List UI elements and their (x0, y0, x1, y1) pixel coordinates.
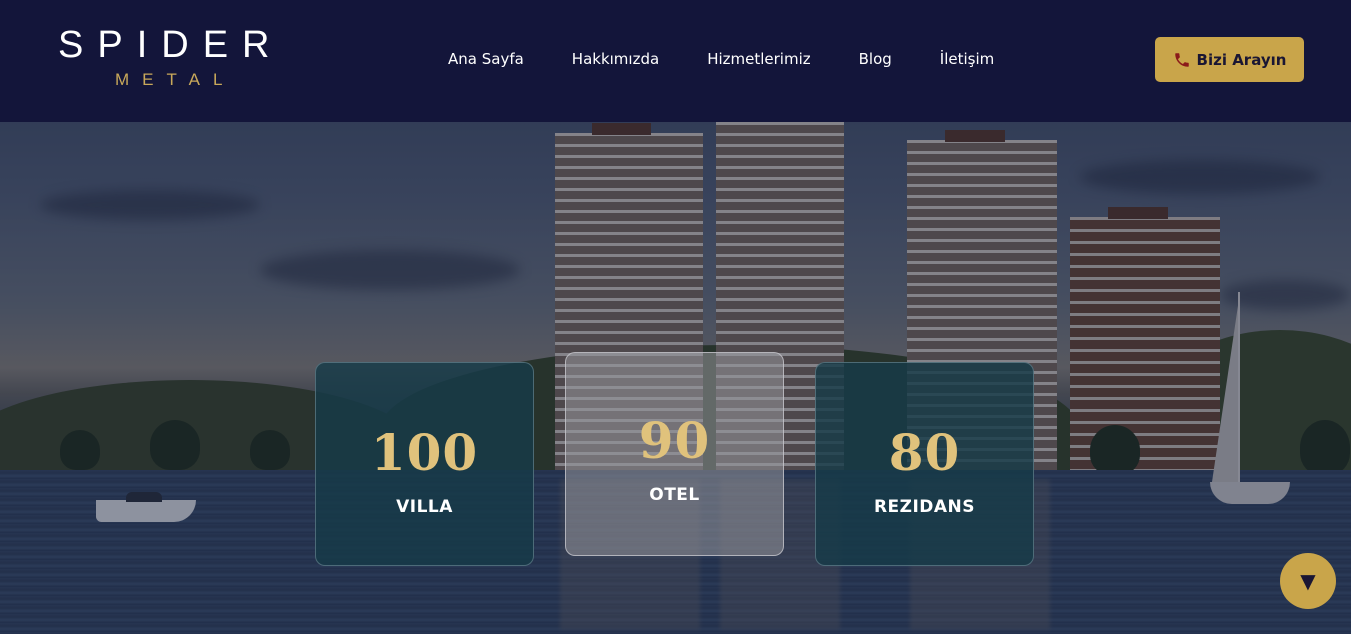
nav-item-blog[interactable]: Blog (859, 48, 892, 70)
call-us-label: Bizi Arayın (1196, 50, 1287, 69)
stat-card-rezidans: 80 REZIDANS (815, 362, 1034, 566)
chevron-down-icon: ▼ (1300, 569, 1316, 593)
stat-label: OTEL (649, 485, 700, 505)
call-us-button[interactable]: Bizi Arayın (1155, 37, 1304, 82)
logo[interactable]: SPIDER METAL (58, 24, 298, 90)
stat-value: 80 (888, 423, 961, 482)
scroll-down-button[interactable]: ▼ (1280, 553, 1336, 609)
main-nav: Ana Sayfa Hakkımızda Hizmetlerimiz Blog … (448, 48, 994, 70)
site-header: SPIDER METAL Ana Sayfa Hakkımızda Hizmet… (0, 0, 1351, 122)
logo-tagline: METAL (115, 70, 236, 89)
nav-item-hakkimizda[interactable]: Hakkımızda (572, 48, 659, 70)
stat-card-villa: 100 VILLA (315, 362, 534, 566)
stat-label: REZIDANS (873, 497, 976, 517)
stat-card-otel: 90 OTEL (565, 352, 784, 556)
stat-value: 90 (638, 411, 711, 470)
nav-item-hizmetlerimiz[interactable]: Hizmetlerimiz (707, 48, 810, 70)
nav-item-ana-sayfa[interactable]: Ana Sayfa (448, 48, 524, 70)
stat-value: 100 (370, 423, 479, 482)
nav-item-iletisim[interactable]: İletişim (940, 48, 994, 70)
stat-label: VILLA (396, 497, 453, 517)
phone-icon (1173, 51, 1191, 69)
logo-name: SPIDER (58, 24, 284, 66)
